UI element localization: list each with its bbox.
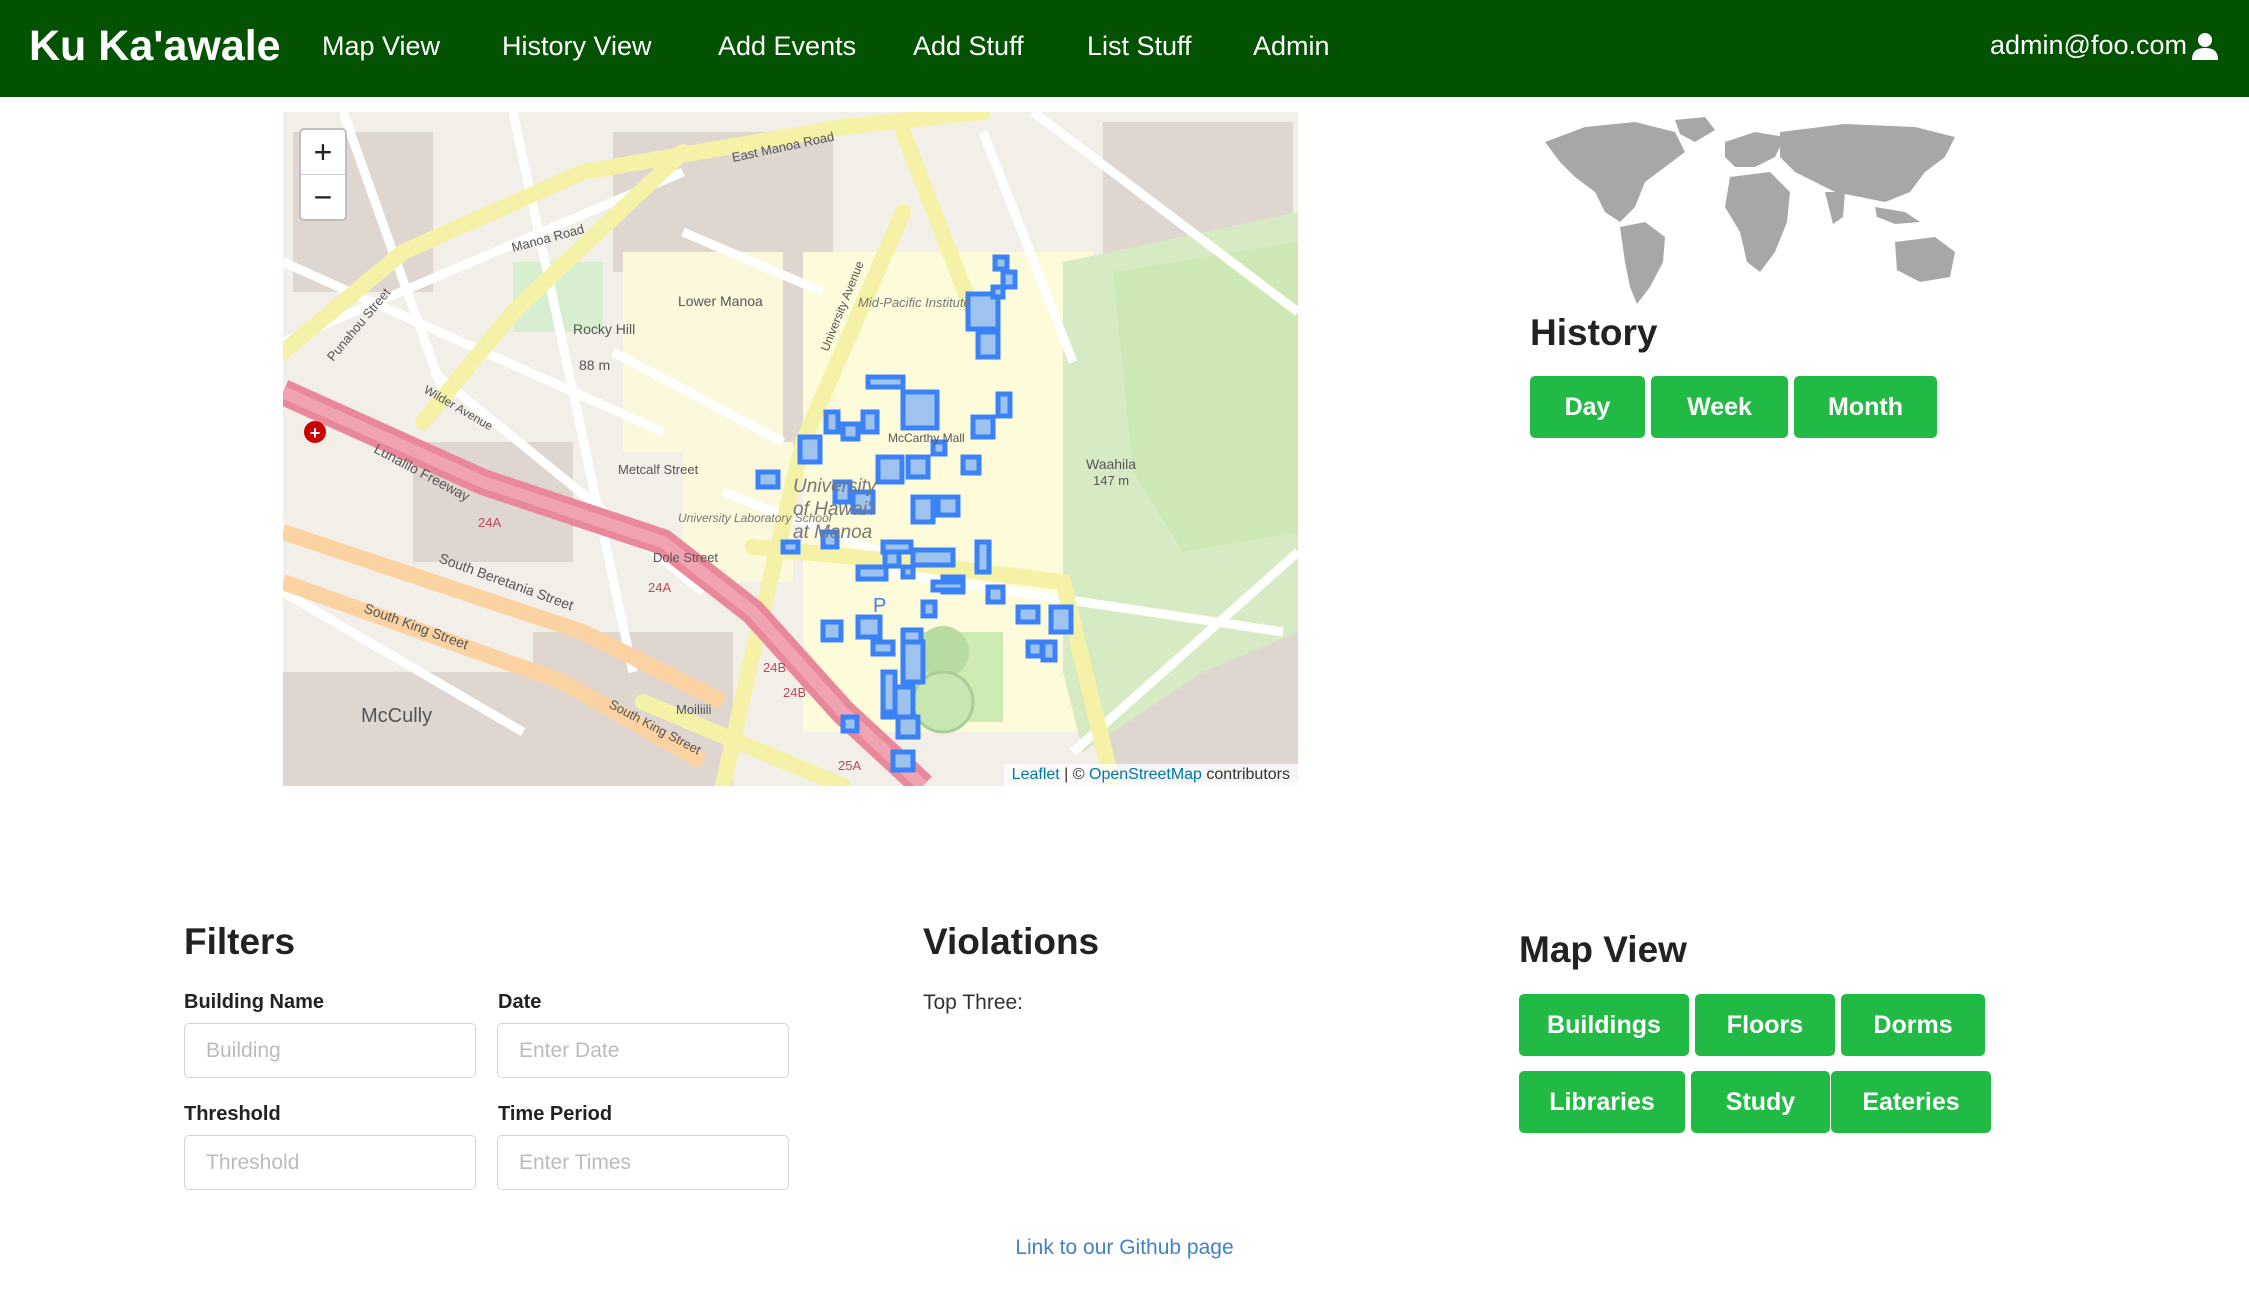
label-moiliili: Moiliili (676, 702, 712, 717)
leaflet-link[interactable]: Leaflet (1012, 766, 1060, 783)
label-univ1: University (793, 476, 878, 497)
date-input[interactable] (497, 1023, 789, 1078)
nav-add-stuff[interactable]: Add Stuff (913, 31, 1024, 62)
label-parking: P (873, 595, 886, 617)
osm-link[interactable]: OpenStreetMap (1089, 766, 1202, 783)
threshold-label: Threshold (184, 1103, 281, 1125)
label-exit-24b: 24B (763, 660, 786, 675)
top-navbar: Ku Ka'awale Map View History View Add Ev… (0, 0, 2249, 97)
nav-list-stuff[interactable]: List Stuff (1087, 31, 1192, 62)
filters-title: Filters (184, 921, 296, 962)
label-metcalf: Metcalf Street (618, 462, 699, 477)
github-link[interactable]: Link to our Github page (1015, 1236, 1233, 1259)
label-mid-pacific: Mid-Pacific Institute (858, 295, 971, 310)
zoom-in-button[interactable]: + (301, 130, 345, 174)
user-email: admin@foo.com (1990, 30, 2187, 60)
zoom-out-button[interactable]: − (301, 174, 345, 219)
violations-title: Violations (923, 921, 1100, 962)
attrib-sep: | © (1059, 766, 1089, 783)
label-waahila-elev: 147 m (1093, 473, 1129, 488)
study-button[interactable]: Study (1691, 1071, 1830, 1133)
label-exit-25a: 25A (838, 758, 861, 773)
nav-admin[interactable]: Admin (1253, 31, 1330, 62)
time-period-input[interactable] (497, 1135, 789, 1190)
footer: Link to our Github page (0, 1236, 2249, 1260)
label-rocky-hill: Rocky Hill (573, 321, 635, 337)
label-lower-manoa: Lower Manoa (678, 293, 763, 309)
user-icon (2192, 32, 2218, 60)
svg-text:+: + (310, 423, 321, 443)
history-day-button[interactable]: Day (1530, 376, 1645, 438)
buildings-button[interactable]: Buildings (1519, 994, 1689, 1056)
date-label: Date (498, 991, 542, 1013)
history-week-button[interactable]: Week (1651, 376, 1788, 438)
brand-logo[interactable]: Ku Ka'awale (29, 22, 281, 71)
user-menu[interactable]: admin@foo.com (1990, 30, 2219, 61)
history-month-button[interactable]: Month (1794, 376, 1937, 438)
label-exit-24a: 24A (478, 515, 501, 530)
label-dole: Dole Street (653, 550, 718, 565)
violations-subtitle: Top Three: (923, 991, 1024, 1014)
label-mccully: McCully (361, 705, 432, 727)
building-name-label: Building Name (184, 991, 325, 1013)
eateries-button[interactable]: Eateries (1831, 1071, 1991, 1133)
threshold-input[interactable] (184, 1135, 476, 1190)
dorms-button[interactable]: Dorms (1841, 994, 1985, 1056)
history-title: History (1530, 312, 1658, 353)
label-lab-school: University Laboratory School (678, 511, 832, 525)
nav-history-view[interactable]: History View (502, 31, 652, 62)
world-map-image (1545, 117, 1955, 304)
time-period-label: Time Period (498, 1103, 613, 1125)
label-exit-24a-2: 24A (648, 580, 671, 595)
label-waahila: Waahila (1086, 456, 1136, 472)
campus-map[interactable]: + Rocky Hill 88 m Waahila 147 m McCully … (283, 112, 1298, 786)
map-tiles: + Rocky Hill 88 m Waahila 147 m McCully … (283, 112, 1298, 786)
label-mccarthy: McCarthy Mall (888, 431, 965, 445)
libraries-button[interactable]: Libraries (1519, 1071, 1685, 1133)
label-rocky-hill-elev: 88 m (579, 357, 610, 373)
map-attribution: Leaflet | © OpenStreetMap contributors (1003, 764, 1298, 786)
label-univ3: at Manoa (793, 522, 872, 543)
zoom-control: + − (299, 128, 347, 221)
floors-button[interactable]: Floors (1695, 994, 1835, 1056)
attrib-suffix: contributors (1201, 766, 1290, 783)
building-name-input[interactable] (184, 1023, 476, 1078)
nav-add-events[interactable]: Add Events (718, 31, 856, 62)
nav-map-view[interactable]: Map View (322, 31, 440, 62)
label-exit-24b-2: 24B (783, 685, 806, 700)
map-view-title: Map View (1519, 929, 1687, 970)
